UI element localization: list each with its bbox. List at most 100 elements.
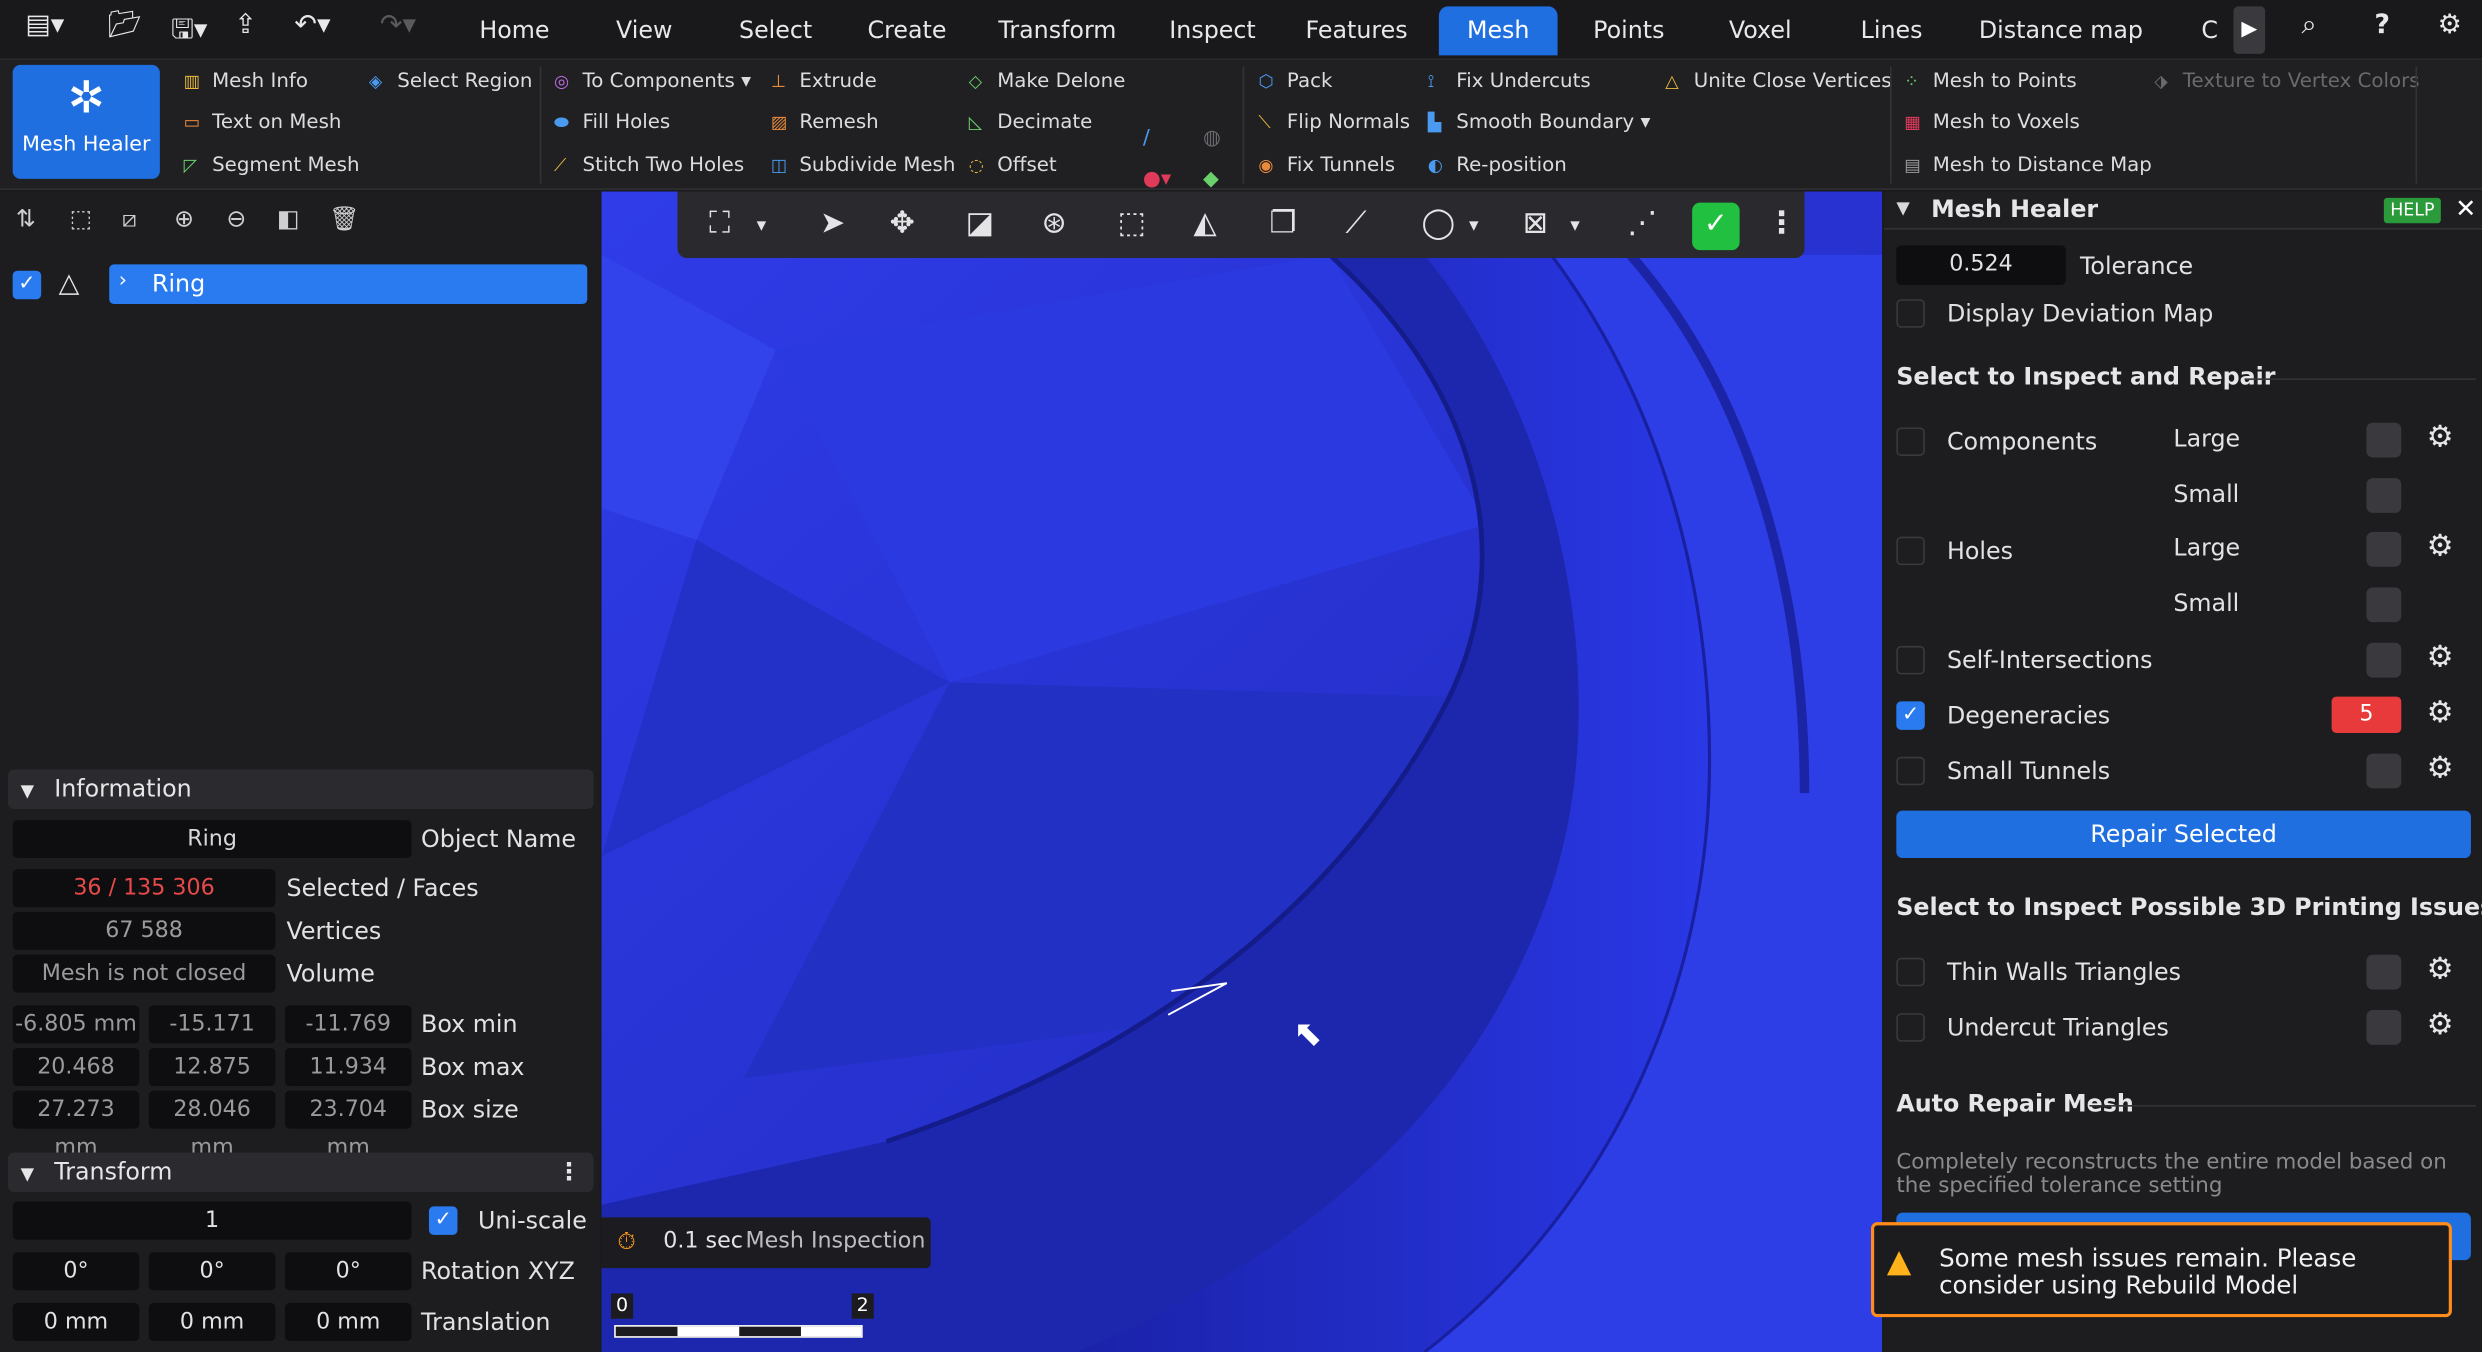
small-tunnels-checkbox[interactable] bbox=[1896, 756, 1925, 786]
holes-checkbox[interactable] bbox=[1896, 536, 1925, 566]
to-components-button[interactable]: ◎ To Components ▾ bbox=[554, 65, 751, 97]
move-icon[interactable]: ✥ bbox=[890, 206, 915, 241]
section-plane-icon[interactable]: ⋰ bbox=[1627, 206, 1657, 241]
translation-x-input[interactable]: 0 mm bbox=[12, 1302, 140, 1341]
small-tunnels-swatch[interactable] bbox=[2366, 753, 2402, 789]
close-icon[interactable]: ✕ bbox=[2455, 193, 2476, 223]
brush-select-icon[interactable]: ⟋ bbox=[1345, 206, 1366, 241]
tab-home[interactable]: Home bbox=[462, 6, 566, 55]
rotation-x-input[interactable]: 0° bbox=[12, 1252, 140, 1291]
box-deselect-icon[interactable]: ⊠ bbox=[1523, 206, 1548, 241]
lasso-icon[interactable]: ◯ bbox=[1421, 206, 1455, 241]
search-icon[interactable]: ⌕ bbox=[2302, 9, 2317, 41]
tab-overflow[interactable]: C bbox=[2194, 6, 2226, 55]
green-tool-icon[interactable]: ◆ bbox=[1203, 168, 1219, 192]
uniscale-checkbox[interactable]: ✓ bbox=[428, 1206, 458, 1235]
mesh-healer-button[interactable]: ✲ Mesh Healer bbox=[12, 64, 160, 179]
tab-features[interactable]: Features bbox=[1295, 6, 1418, 55]
rotation-y-input[interactable]: 0° bbox=[148, 1252, 276, 1291]
tab-transform[interactable]: Transform bbox=[988, 6, 1127, 55]
components-large-swatch[interactable] bbox=[2366, 422, 2402, 458]
collapse-chevron-icon[interactable]: ▼ bbox=[1896, 198, 1909, 219]
trash-icon[interactable]: 🗑︎ bbox=[329, 204, 359, 232]
unite-close-vertices-button[interactable]: △ Unite Close Vertices bbox=[1665, 65, 1891, 97]
degeneracies-checkbox[interactable]: ✓ bbox=[1896, 701, 1925, 730]
degeneracies-settings-icon[interactable]: ⚙ bbox=[2427, 695, 2454, 730]
undercut-settings-icon[interactable]: ⚙ bbox=[2427, 1007, 2454, 1042]
self-intersections-settings-icon[interactable]: ⚙ bbox=[2427, 640, 2454, 675]
help-button[interactable]: HELP bbox=[2383, 197, 2441, 224]
translation-z-input[interactable]: 0 mm bbox=[284, 1302, 412, 1341]
holes-small-swatch[interactable] bbox=[2366, 587, 2402, 623]
small-tunnels-settings-icon[interactable]: ⚙ bbox=[2427, 750, 2454, 785]
thin-walls-checkbox[interactable] bbox=[1896, 957, 1925, 987]
mesh-info-button[interactable]: ▥ Mesh Info bbox=[184, 65, 308, 97]
remesh-button[interactable]: ▨ Remesh bbox=[771, 106, 879, 138]
box-dropdown-icon[interactable]: ▾ bbox=[1570, 214, 1580, 236]
components-settings-icon[interactable]: ⚙ bbox=[2427, 420, 2454, 455]
file-menu-icon[interactable]: ▤▾ bbox=[25, 9, 64, 41]
flip-normals-button[interactable]: ⟍ Flip Normals bbox=[1258, 106, 1410, 138]
mesh-shape-icon[interactable]: ◭ bbox=[1194, 206, 1217, 241]
deviation-map-checkbox[interactable] bbox=[1896, 299, 1925, 328]
tolerance-input[interactable]: 0.524 bbox=[1896, 245, 2066, 285]
redo-icon[interactable]: ↷▾ bbox=[380, 9, 416, 41]
repair-selected-button[interactable]: Repair Selected bbox=[1896, 810, 2471, 859]
expand-chevron-icon[interactable]: › bbox=[119, 269, 127, 293]
open-folder-icon[interactable]: 📂︎ bbox=[108, 9, 142, 41]
move-down-icon[interactable]: ⊖ bbox=[226, 204, 246, 232]
3d-viewport[interactable]: ⬉ ⛶ ▾ ➤ ✥ ◪ ⊛ ⬚ ◭ ❐ ⟋ ◯ ▾ ⊠ ▾ ⋰ ✓ ⋮ ⏱ 0.… bbox=[601, 191, 1883, 1352]
tab-view[interactable]: View bbox=[598, 6, 690, 55]
deselect-icon[interactable]: ⧄ bbox=[122, 204, 137, 232]
move-up-icon[interactable]: ⊕ bbox=[174, 204, 194, 232]
offset-button[interactable]: ◌ Offset bbox=[969, 149, 1057, 181]
reposition-button[interactable]: ◐ Re-position bbox=[1428, 149, 1567, 181]
scroll-tabs-icon[interactable]: ▶ bbox=[2233, 6, 2266, 54]
confirm-toggle-icon[interactable]: ✓ bbox=[1692, 202, 1740, 251]
fix-tunnels-button[interactable]: ◉ Fix Tunnels bbox=[1258, 149, 1395, 181]
information-section-header[interactable]: ▼ Information bbox=[7, 769, 594, 809]
select-all-icon[interactable]: ⬚ bbox=[70, 204, 92, 232]
rotate-icon[interactable]: ⊛ bbox=[1042, 206, 1067, 241]
extrude-button[interactable]: ⊥ Extrude bbox=[771, 65, 877, 97]
undercut-checkbox[interactable] bbox=[1896, 1013, 1925, 1042]
select-cursor-icon[interactable]: ➤ bbox=[820, 206, 845, 241]
tab-mesh[interactable]: Mesh bbox=[1438, 6, 1558, 56]
paint-select-icon[interactable]: ◪ bbox=[966, 206, 994, 241]
fix-undercuts-button[interactable]: ⟟ Fix Undercuts bbox=[1428, 65, 1591, 97]
transform-box-icon[interactable]: ⬚ bbox=[1118, 206, 1146, 241]
undo-icon[interactable]: ↶▾ bbox=[294, 9, 330, 41]
components-checkbox[interactable] bbox=[1896, 427, 1925, 456]
viewport-more-icon[interactable]: ⋮ bbox=[1767, 206, 1797, 241]
brush-icon[interactable]: / bbox=[1143, 127, 1150, 151]
decimate-button[interactable]: ◺ Decimate bbox=[969, 106, 1093, 138]
sort-icon[interactable]: ⇅ bbox=[16, 204, 36, 232]
ring-visibility-checkbox[interactable]: ✓ bbox=[12, 270, 42, 300]
segment-mesh-button[interactable]: ◸ Segment Mesh bbox=[184, 149, 360, 181]
thin-walls-swatch[interactable] bbox=[2366, 954, 2402, 990]
stitch-two-holes-button[interactable]: ⟋ Stitch Two Holes bbox=[554, 149, 744, 181]
tab-select[interactable]: Select bbox=[728, 6, 823, 55]
rotation-z-input[interactable]: 0° bbox=[284, 1252, 412, 1291]
smooth-boundary-button[interactable]: ▙ Smooth Boundary ▾ bbox=[1428, 106, 1651, 138]
scale-input[interactable]: 1 bbox=[12, 1201, 412, 1240]
more-options-icon[interactable]: ⋮ bbox=[557, 1153, 581, 1193]
save-icon[interactable]: 🖫▾ bbox=[171, 9, 207, 55]
fill-holes-button[interactable]: ⬬ Fill Holes bbox=[554, 106, 670, 138]
holes-settings-icon[interactable]: ⚙ bbox=[2427, 529, 2454, 564]
text-on-mesh-button[interactable]: ▭ Text on Mesh bbox=[184, 106, 342, 138]
fit-view-icon[interactable]: ⛶ bbox=[709, 206, 730, 241]
tab-lines[interactable]: Lines bbox=[1843, 6, 1941, 55]
tab-points[interactable]: Points bbox=[1580, 6, 1678, 55]
translation-y-input[interactable]: 0 mm bbox=[148, 1302, 276, 1341]
tab-voxel[interactable]: Voxel bbox=[1713, 6, 1808, 55]
subdivide-mesh-button[interactable]: ◫ Subdivide Mesh bbox=[771, 149, 956, 181]
undercut-swatch[interactable] bbox=[2366, 1010, 2402, 1045]
thin-walls-settings-icon[interactable]: ⚙ bbox=[2427, 951, 2454, 986]
export-icon[interactable]: ⇪ bbox=[234, 9, 257, 41]
lasso-dropdown-icon[interactable]: ▾ bbox=[1469, 214, 1479, 236]
fit-view-dropdown-icon[interactable]: ▾ bbox=[757, 214, 767, 236]
duplicate-icon[interactable]: ❐ bbox=[1269, 206, 1296, 241]
transform-section-header[interactable]: ▼ Transform ⋮ bbox=[7, 1152, 594, 1193]
tab-create[interactable]: Create bbox=[855, 6, 959, 55]
